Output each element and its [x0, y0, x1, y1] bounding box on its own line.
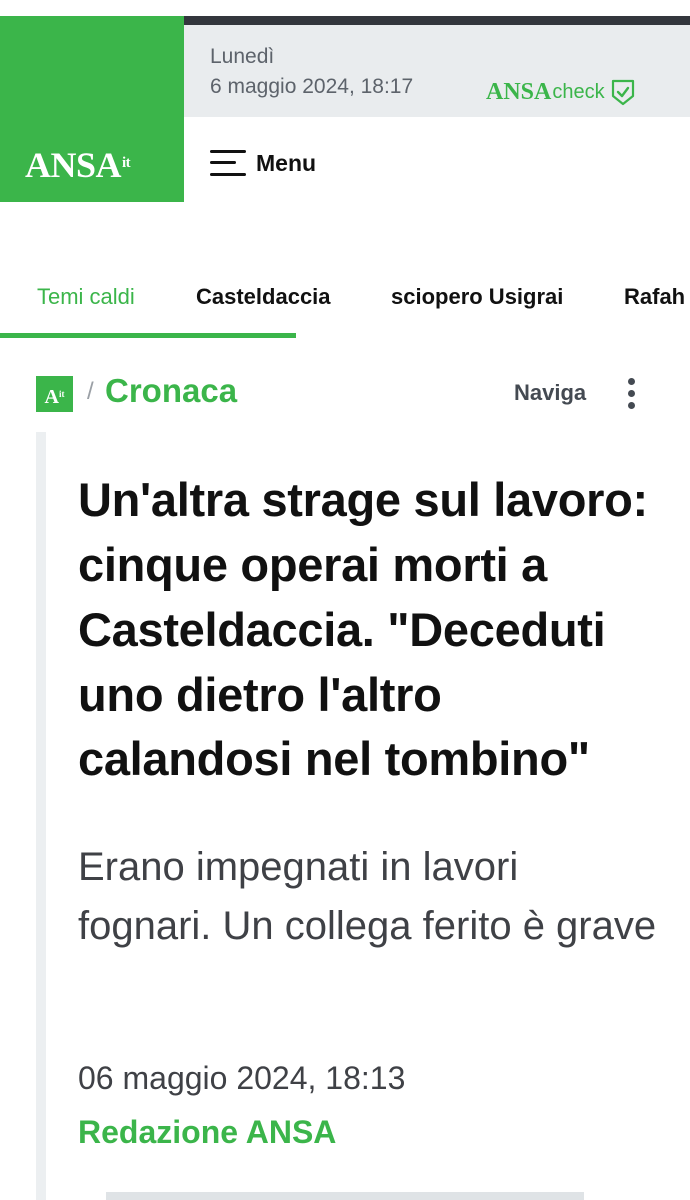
- article-headline: Un'altra strage sul lavoro: cinque opera…: [78, 473, 648, 786]
- hamburger-icon: [210, 148, 246, 178]
- section-link-cronaca[interactable]: Cronaca: [105, 372, 237, 410]
- site-header: ANSAit Lunedì 6 maggio 2024, 18:17 ANSA …: [0, 0, 690, 202]
- article-left-rule: [36, 432, 46, 1200]
- date-bar: Lunedì 6 maggio 2024, 18:17 ANSA check: [184, 25, 690, 117]
- tab-temi-caldi[interactable]: Temi caldi: [37, 284, 135, 310]
- ansa-check-word: check: [552, 81, 605, 103]
- tab-sciopero-usigrai[interactable]: sciopero Usigrai: [391, 284, 563, 310]
- current-day: Lunedì: [210, 45, 275, 68]
- logo-wordmark: ANSA: [25, 145, 122, 185]
- share-bar-edge: [106, 1192, 584, 1200]
- tab-rafah[interactable]: Rafah: [624, 284, 685, 310]
- article-subtitle: Erano impegnati in lavori fognari. Un co…: [78, 845, 657, 948]
- naviga-button[interactable]: Naviga: [514, 380, 586, 406]
- small-logo-suffix: it: [58, 389, 65, 399]
- menu-button[interactable]: Menu: [210, 148, 316, 178]
- current-datetime: 6 maggio 2024, 18:17: [210, 75, 414, 98]
- hot-topics-nav: Temi caldi Casteldaccia sciopero Usigrai…: [0, 270, 690, 340]
- author-link[interactable]: Redazione ANSA: [78, 1114, 336, 1151]
- breadcrumb-separator: /: [87, 378, 94, 405]
- tab-casteldaccia[interactable]: Casteldaccia: [196, 284, 331, 310]
- ansa-check-link[interactable]: ANSA check: [486, 79, 635, 106]
- ansa-small-logo[interactable]: Ait: [36, 376, 73, 412]
- ansa-logo[interactable]: ANSAit: [0, 16, 184, 202]
- ansa-logo-text: ANSAit: [25, 144, 131, 186]
- small-logo-letter: A: [44, 386, 59, 408]
- shield-check-icon: [611, 79, 634, 106]
- publication-date: 06 maggio 2024, 18:13: [78, 1060, 406, 1096]
- more-options-icon[interactable]: [624, 376, 638, 410]
- logo-suffix: it: [122, 155, 131, 171]
- menu-label: Menu: [256, 149, 317, 176]
- active-tab-indicator: [0, 333, 296, 338]
- breadcrumb: Ait / Cronaca Naviga: [36, 372, 690, 416]
- ansa-check-brand: ANSA: [486, 79, 552, 105]
- header-top-line: [184, 16, 690, 25]
